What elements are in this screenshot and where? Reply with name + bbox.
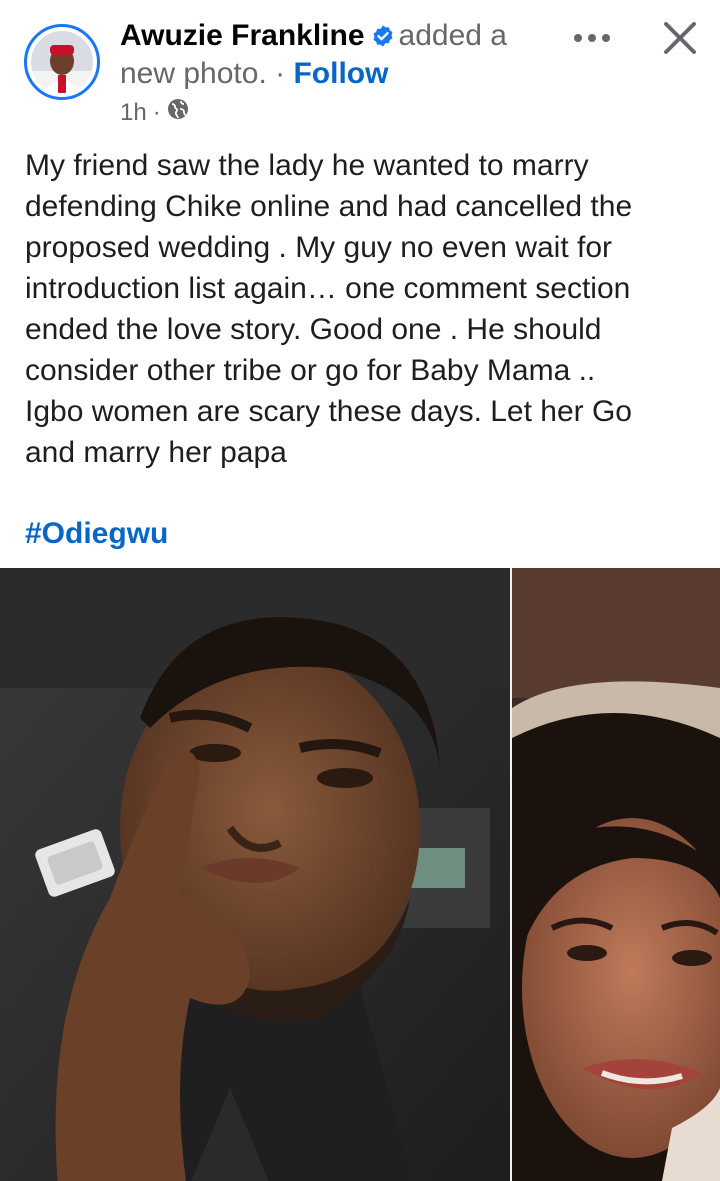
- action-text-part1: added a: [398, 19, 507, 52]
- meta-separator: ·: [152, 99, 161, 126]
- post-meta: 1h ·: [120, 98, 189, 128]
- action-text-part2: new photo.: [120, 57, 267, 90]
- header-line-1: Awuzie Frankline added a: [120, 16, 507, 59]
- author-avatar-ring[interactable]: [24, 24, 100, 100]
- verified-badge-icon: [371, 19, 395, 59]
- globe-icon[interactable]: [167, 98, 189, 128]
- photo-left-panel: [0, 568, 510, 1181]
- more-dots-icon: [574, 34, 610, 42]
- author-name[interactable]: Awuzie Frankline: [120, 19, 365, 52]
- more-options-button[interactable]: [570, 22, 614, 54]
- close-icon: [664, 22, 696, 54]
- post-photo[interactable]: [0, 568, 720, 1181]
- hashtag-link[interactable]: #Odiegwu: [25, 513, 168, 554]
- post-header: Awuzie Frankline added a new photo. · Fol…: [0, 0, 720, 135]
- header-line-2: new photo. · Follow: [120, 54, 388, 94]
- post-text: My friend saw the lady he wanted to marr…: [25, 149, 633, 469]
- separator-dot: ·: [275, 57, 286, 90]
- photo-right-panel: [512, 568, 720, 1181]
- post-time[interactable]: 1h: [120, 98, 147, 128]
- follow-link[interactable]: Follow: [293, 57, 388, 90]
- avatar[interactable]: [31, 31, 93, 93]
- close-button[interactable]: [658, 16, 702, 60]
